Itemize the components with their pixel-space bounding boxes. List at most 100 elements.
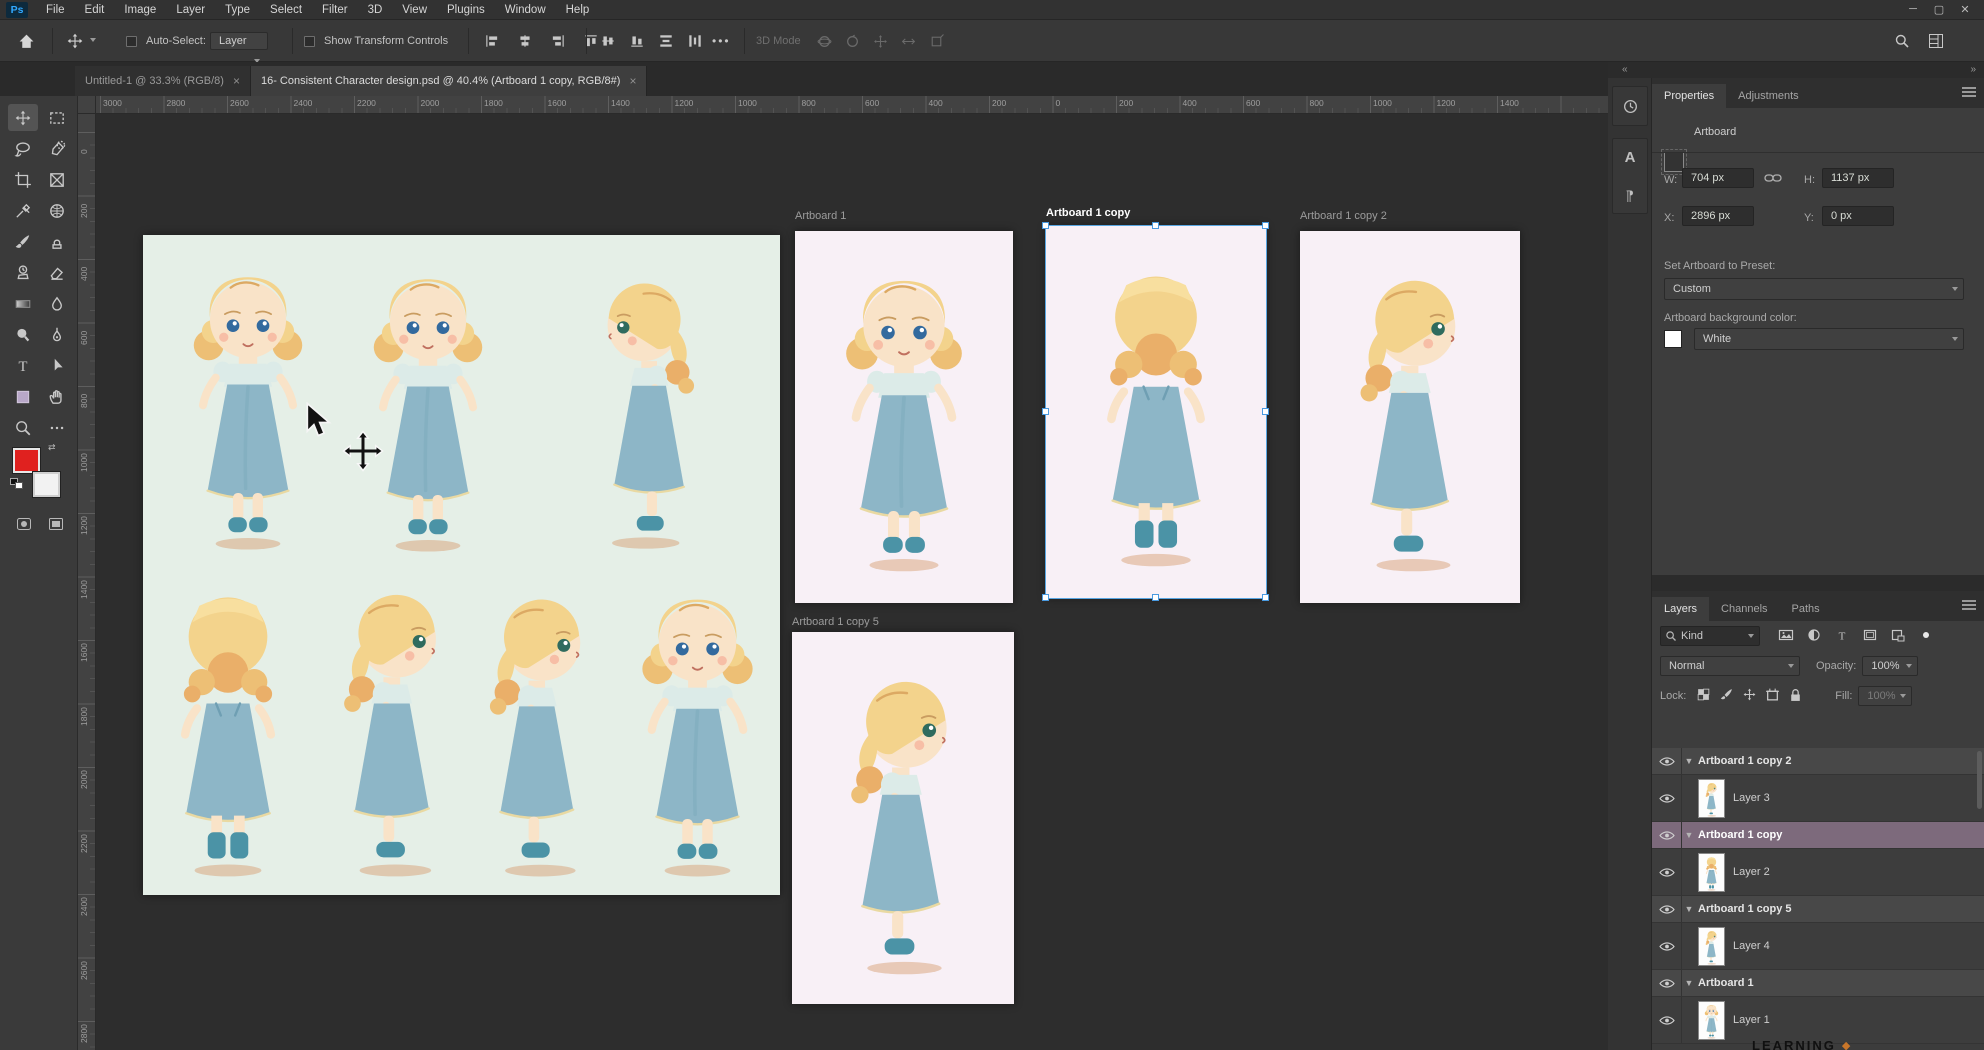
swap-colors-icon[interactable]: ⇄ — [48, 442, 56, 453]
search-icon[interactable] — [1894, 20, 1910, 62]
3d-pan-icon[interactable] — [868, 29, 892, 53]
shape-layer-filter-icon[interactable] — [1858, 626, 1882, 646]
align-left-icon[interactable] — [480, 29, 504, 53]
paragraph-panel-icon[interactable]: ¶ — [1626, 187, 1634, 203]
align-right-icon[interactable] — [546, 29, 570, 53]
gradient-tool[interactable] — [8, 290, 38, 317]
lock-transparency-icon[interactable] — [1696, 687, 1711, 705]
foreground-color-swatch[interactable] — [13, 448, 40, 473]
3d-roll-icon[interactable] — [840, 29, 864, 53]
menu-item-plugins[interactable]: Plugins — [437, 0, 495, 20]
transform-handle[interactable] — [1152, 594, 1159, 601]
crop-tool[interactable] — [8, 166, 38, 193]
auto-select-dropdown[interactable]: Layer — [210, 20, 274, 62]
chevron-down-icon[interactable]: ▼ — [1682, 978, 1696, 988]
workspace-switcher-icon[interactable] — [1928, 20, 1944, 62]
more-tools-tool[interactable] — [42, 414, 72, 441]
smart-object-filter-icon[interactable] — [1886, 626, 1910, 646]
artboard-label[interactable]: Artboard 1 copy 5 — [792, 616, 879, 628]
visibility-eye-icon[interactable] — [1652, 923, 1682, 969]
transform-handle[interactable] — [1042, 408, 1049, 415]
healing-brush-tool[interactable] — [42, 197, 72, 224]
current-tool-move-icon[interactable] — [66, 20, 96, 62]
layer-row-layer-1[interactable]: Layer 1 — [1652, 997, 1984, 1044]
menu-item-image[interactable]: Image — [114, 0, 166, 20]
artboard-label[interactable]: Artboard 1 — [795, 210, 846, 222]
distribute-vertical-icon[interactable] — [654, 29, 678, 53]
type-tool[interactable]: T — [8, 352, 38, 379]
move-tool[interactable] — [8, 104, 38, 131]
3d-orbit-icon[interactable] — [812, 29, 836, 53]
tab-channels[interactable]: Channels — [1709, 597, 1779, 621]
align-middle-icon[interactable] — [596, 29, 620, 53]
dodge-tool[interactable] — [8, 321, 38, 348]
more-options-icon[interactable]: ••• — [712, 20, 731, 62]
tab-character-design[interactable]: 16- Consistent Character design.psd @ 40… — [251, 66, 648, 96]
layer-thumbnail[interactable] — [1698, 853, 1725, 892]
preset-dropdown[interactable]: Custom — [1664, 278, 1964, 300]
expand-panels-icon[interactable]: » — [1970, 64, 1976, 75]
filter-toggle-dot-icon[interactable] — [1914, 626, 1938, 646]
lock-move-icon[interactable] — [1742, 687, 1757, 705]
history-panel-button[interactable] — [1612, 86, 1648, 126]
close-icon[interactable]: × — [233, 74, 240, 88]
lock-brush-icon[interactable] — [1719, 687, 1734, 705]
menu-item-filter[interactable]: Filter — [312, 0, 358, 20]
transform-handle[interactable] — [1042, 594, 1049, 601]
layer-thumbnail[interactable] — [1698, 779, 1725, 818]
layer-thumbnail[interactable] — [1698, 927, 1725, 966]
tab-untitled-1[interactable]: Untitled-1 @ 33.3% (RGB/8) × — [75, 66, 251, 96]
artboard-row-artboard-1[interactable]: ▼Artboard 1 — [1652, 970, 1984, 997]
height-field[interactable]: 1137 px — [1822, 168, 1894, 188]
layers-scrollbar[interactable] — [1977, 751, 1982, 809]
close-icon[interactable]: × — [629, 74, 636, 88]
menu-item-file[interactable]: File — [36, 0, 75, 20]
path-selection-tool[interactable] — [42, 352, 72, 379]
artboard-row-artboard-1-copy[interactable]: ▼Artboard 1 copy — [1652, 822, 1984, 849]
width-field[interactable]: 704 px — [1682, 168, 1754, 188]
visibility-eye-icon[interactable] — [1652, 775, 1682, 821]
brush-tool[interactable] — [8, 228, 38, 255]
type-layer-filter-icon[interactable]: T — [1830, 626, 1854, 646]
minimize-icon[interactable]: ─ — [1902, 3, 1924, 16]
menu-item-view[interactable]: View — [392, 0, 437, 20]
pen-tool[interactable] — [42, 321, 72, 348]
3d-slide-icon[interactable] — [896, 29, 920, 53]
chevron-down-icon[interactable]: ▼ — [1682, 904, 1696, 914]
auto-select-checkbox[interactable] — [126, 20, 137, 62]
menu-item-3d[interactable]: 3D — [358, 0, 393, 20]
layer-filter-kind[interactable]: Kind — [1660, 626, 1760, 646]
visibility-eye-icon[interactable] — [1652, 896, 1682, 922]
opacity-dropdown[interactable]: 100% — [1862, 656, 1918, 676]
zoom-tool[interactable] — [8, 414, 38, 441]
clone-stamp-tool[interactable] — [42, 228, 72, 255]
blur-tool[interactable] — [42, 290, 72, 317]
tab-adjustments[interactable]: Adjustments — [1726, 84, 1811, 108]
pixel-layer-filter-icon[interactable] — [1774, 626, 1798, 646]
visibility-eye-icon[interactable] — [1652, 748, 1682, 774]
artboard-bg-dropdown[interactable]: White — [1694, 328, 1964, 350]
tab-layers[interactable]: Layers — [1652, 597, 1709, 621]
chevron-down-icon[interactable]: ▼ — [1682, 830, 1696, 840]
history-brush-tool[interactable] — [8, 259, 38, 286]
quick-mask-icon[interactable] — [12, 514, 36, 534]
visibility-eye-icon[interactable] — [1652, 970, 1682, 996]
transform-handle[interactable] — [1262, 594, 1269, 601]
visibility-eye-icon[interactable] — [1652, 997, 1682, 1043]
adjustment-layer-filter-icon[interactable] — [1802, 626, 1826, 646]
home-icon[interactable] — [18, 20, 35, 62]
align-center-horizontal-icon[interactable] — [513, 29, 537, 53]
lasso-tool[interactable] — [8, 135, 38, 162]
3d-scale-icon[interactable] — [924, 29, 948, 53]
transform-handle[interactable] — [1152, 222, 1159, 229]
visibility-eye-icon[interactable] — [1652, 849, 1682, 895]
artboard-label[interactable]: Artboard 1 copy 2 — [1300, 210, 1387, 222]
distribute-horizontal-icon[interactable] — [683, 29, 707, 53]
artboard-row-artboard-1-copy-5[interactable]: ▼Artboard 1 copy 5 — [1652, 896, 1984, 923]
canvas[interactable]: Artboard 1 Artboard 1 copy Artboard 1 co… — [96, 114, 1608, 1050]
menu-item-layer[interactable]: Layer — [166, 0, 215, 20]
blend-mode-dropdown[interactable]: Normal — [1660, 656, 1800, 676]
transform-handle[interactable] — [1262, 408, 1269, 415]
background-color-swatch[interactable] — [33, 472, 60, 497]
visibility-eye-icon[interactable] — [1652, 822, 1682, 848]
